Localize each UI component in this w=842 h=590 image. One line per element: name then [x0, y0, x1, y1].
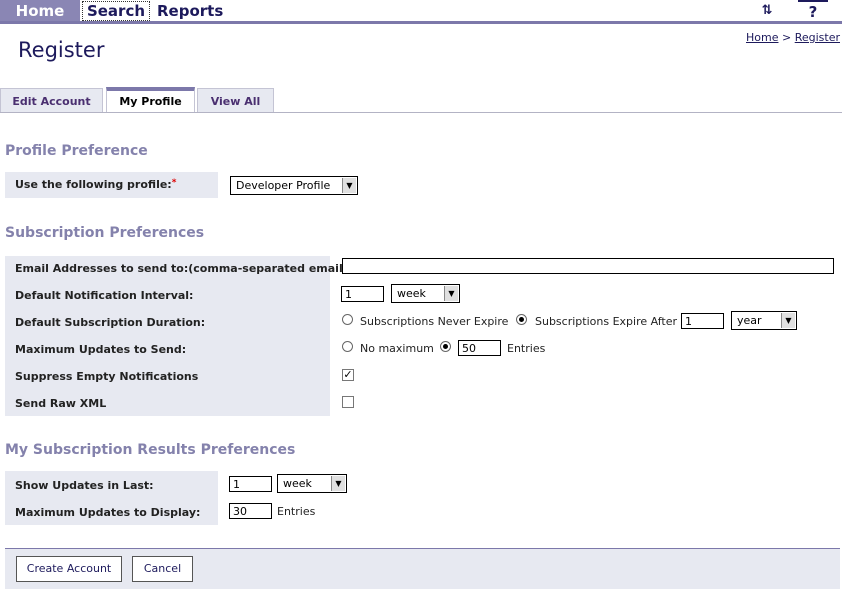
label-cell	[5, 256, 330, 416]
top-nav: Home Search Reports ⇅ ?	[0, 0, 842, 22]
section-title-results: My Subscription Results Preferences	[5, 442, 296, 458]
tab-my-profile[interactable]: My Profile	[106, 87, 195, 113]
chevron-down-icon: ▼	[331, 476, 345, 491]
suppress-label: Suppress Empty Notifications	[15, 370, 199, 383]
email-label: Email Addresses to send to:(comma-separa…	[15, 262, 355, 275]
max-display-label: Maximum Updates to Display:	[15, 506, 201, 519]
duration-unit-value: year	[737, 314, 762, 327]
raw-xml-label: Send Raw XML	[15, 397, 107, 410]
interval-label: Default Notification Interval:	[15, 289, 194, 302]
max-updates-label: Maximum Updates to Send:	[15, 343, 187, 356]
sync-icon[interactable]: ⇅	[758, 3, 776, 19]
show-updates-input[interactable]	[229, 476, 272, 492]
profile-select[interactable]: Developer Profile ▼	[230, 176, 358, 195]
max-display-input[interactable]	[229, 503, 272, 519]
duration-unit-select[interactable]: year ▼	[731, 311, 797, 330]
breadcrumb: Home > Register	[746, 31, 840, 44]
radio-never-expire[interactable]	[342, 314, 353, 325]
tab-view-all[interactable]: View All	[197, 88, 274, 112]
max-updates-input[interactable]	[458, 340, 501, 356]
chevron-down-icon: ▼	[444, 286, 458, 301]
show-unit-value: week	[283, 477, 312, 490]
page-title: Register	[18, 38, 105, 62]
raw-xml-checkbox[interactable]	[342, 396, 354, 408]
radio-expire-after[interactable]	[516, 314, 527, 325]
top-divider	[0, 21, 842, 24]
chevron-down-icon: ▼	[781, 313, 795, 328]
suppress-checkbox[interactable]: ✓	[342, 369, 354, 381]
show-updates-label: Show Updates in Last:	[15, 479, 154, 492]
interval-input[interactable]	[341, 286, 384, 302]
no-maximum-label: No maximum	[360, 342, 434, 355]
section-title-subscription: Subscription Preferences	[5, 225, 205, 241]
interval-unit-select[interactable]: week ▼	[391, 284, 460, 303]
breadcrumb-separator: >	[781, 31, 792, 44]
entries-label: Entries	[507, 342, 546, 355]
expire-after-label: Subscriptions Expire After	[535, 315, 678, 328]
tab-divider	[0, 112, 842, 113]
chevron-down-icon: ▼	[342, 178, 356, 193]
profile-label: Use the following profile:*	[15, 178, 177, 191]
duration-label: Default Subscription Duration:	[15, 316, 206, 329]
tab-edit-account[interactable]: Edit Account	[0, 88, 103, 112]
profile-select-value: Developer Profile	[236, 179, 331, 192]
button-bar	[5, 549, 840, 589]
radio-max-entries[interactable]	[440, 341, 451, 352]
show-updates-unit-select[interactable]: week ▼	[277, 474, 347, 493]
breadcrumb-home[interactable]: Home	[746, 31, 778, 44]
nav-search[interactable]: Search	[82, 1, 150, 21]
create-account-button[interactable]: Create Account	[16, 556, 122, 582]
never-expire-label: Subscriptions Never Expire	[360, 315, 509, 328]
required-marker: *	[171, 178, 177, 188]
nav-home[interactable]: Home	[0, 0, 80, 22]
section-title-profile: Profile Preference	[5, 143, 148, 159]
help-icon[interactable]: ?	[798, 0, 828, 22]
breadcrumb-current[interactable]: Register	[795, 31, 840, 44]
radio-no-maximum[interactable]	[342, 341, 353, 352]
entries-label: Entries	[277, 505, 316, 518]
duration-input[interactable]	[681, 313, 724, 329]
nav-reports[interactable]: Reports	[157, 0, 223, 22]
cancel-button[interactable]: Cancel	[132, 556, 193, 582]
interval-unit-value: week	[397, 287, 426, 300]
email-field[interactable]	[342, 258, 834, 274]
